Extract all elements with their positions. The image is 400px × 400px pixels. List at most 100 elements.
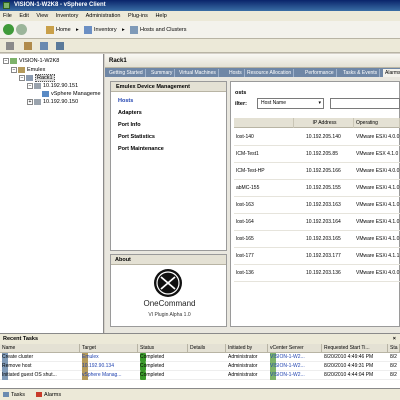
task-target-link[interactable]: 10.192.90.134 <box>82 362 114 371</box>
host-os-cell: VMware ESXi 4.1.0 <box>356 236 400 242</box>
tasks-button[interactable]: Tasks <box>3 389 25 400</box>
tree-node-vm[interactable]: vSphere Manageme <box>42 90 101 98</box>
nav-port-info-link[interactable]: Port Info <box>118 122 141 128</box>
task-initiator-cell: Administrator <box>228 363 258 369</box>
column-header-start[interactable]: Sta <box>388 344 400 353</box>
filter-field-select[interactable]: Host Name ▾ <box>257 98 324 109</box>
chevron-down-icon: ▾ <box>318 100 321 106</box>
collapse-icon[interactable]: − <box>19 74 25 81</box>
breadcrumb-hosts-clusters[interactable]: Hosts and Clusters <box>130 25 186 35</box>
nav-adapters-link[interactable]: Adapters <box>118 110 142 116</box>
tasks-icon <box>3 392 9 398</box>
column-header-ip[interactable]: IP Address <box>294 118 354 128</box>
host-name-cell: lost-163 <box>236 202 254 208</box>
tab-virtual-machines[interactable]: Virtual Machines <box>177 69 219 77</box>
task-target-link[interactable]: vSphere Manag... <box>82 371 121 380</box>
new-cluster-icon[interactable] <box>56 42 64 50</box>
emulex-device-management-panel: Emulex Device Management Hosts Adapters … <box>110 81 227 251</box>
recent-tasks-header: Recent Tasks × <box>0 333 400 344</box>
task-name-cell: Create cluster <box>2 354 34 360</box>
table-row[interactable]: lost-140 10.192.205.140 VMware ESXi 4.0.0 <box>234 129 400 146</box>
task-server-link[interactable]: VISION-1-W2... <box>270 371 305 380</box>
add-host-icon[interactable] <box>40 42 48 50</box>
panel-title-text: Rack1 <box>109 58 127 64</box>
menu-file[interactable]: File <box>3 13 12 19</box>
inventory-icon <box>84 26 92 34</box>
expand-icon[interactable]: + <box>27 98 33 105</box>
table-row[interactable]: Remove host 10.192.90.134 Completed Adminis… <box>0 362 400 371</box>
tab-resource-allocation[interactable]: Resource Allocation <box>245 69 295 77</box>
table-row[interactable]: abMC-155 10.192.205.155 VMware ESXi 4.1.0 <box>234 180 400 197</box>
task-server-link[interactable]: VISION-1-W2... <box>270 362 305 371</box>
table-row[interactable]: lost-164 10.192.203.164 VMware ESXi 4.1.0 <box>234 214 400 231</box>
task-server-link[interactable]: VISION-1-W2... <box>270 353 305 362</box>
column-header-initiated-by[interactable]: Initiated by <box>226 344 268 353</box>
filter-input[interactable] <box>330 98 400 109</box>
menu-plugins[interactable]: Plug-ins <box>128 13 148 19</box>
collapse-icon[interactable]: − <box>27 82 33 89</box>
datacenter-icon <box>18 66 25 73</box>
host-ip-cell: 10.192.205.155 <box>306 185 341 191</box>
table-row[interactable]: lost-136 10.192.203.136 VMware ESXi 4.0.0 <box>234 265 400 282</box>
new-datacenter-icon[interactable] <box>24 42 32 50</box>
back-button[interactable] <box>3 24 14 35</box>
filter-select-value: Host Name <box>261 100 287 106</box>
tab-alarms[interactable]: Alarms <box>383 69 400 77</box>
forward-button[interactable] <box>16 24 27 35</box>
table-row[interactable]: ICM-Test-HP 10.192.205.166 VMware ESXi 4.0… <box>234 163 400 180</box>
host-name-cell: abMC-155 <box>236 185 260 191</box>
breadcrumb-home[interactable]: Home <box>46 25 71 35</box>
column-header-name[interactable] <box>234 118 294 128</box>
collapse-icon[interactable]: − <box>3 57 9 64</box>
column-header-target[interactable]: Target <box>80 344 138 353</box>
table-row[interactable]: ICM-Test1 10.192.205.85 VMware ESX 4.1.0 <box>234 146 400 163</box>
column-header-task-name[interactable]: Name <box>0 344 80 353</box>
table-row[interactable]: Initiated guest OS shut... vSphere Manag.… <box>0 371 400 380</box>
cluster-icon <box>26 74 33 81</box>
column-header-details[interactable]: Details <box>188 344 226 353</box>
tab-performance[interactable]: Performance <box>303 69 337 77</box>
new-vm-icon[interactable] <box>6 42 14 50</box>
tab-getting-started[interactable]: Getting Started <box>107 69 146 77</box>
tab-summary[interactable]: Summary <box>149 69 176 77</box>
breadcrumb-inventory[interactable]: Inventory <box>84 25 117 35</box>
tab-tasks-events[interactable]: Tasks & Events <box>341 69 381 77</box>
tree-node-host[interactable]: − 10.192.90.151 <box>27 82 78 90</box>
collapse-icon[interactable]: − <box>11 66 17 73</box>
alarms-button[interactable]: Alarms <box>36 389 61 400</box>
column-header-requested-start[interactable]: Requested Start Ti... <box>322 344 388 353</box>
menu-help[interactable]: Help <box>155 13 166 19</box>
menu-edit[interactable]: Edit <box>19 13 28 19</box>
table-row[interactable]: lost-163 10.192.203.163 VMware ESXi 4.1.0 <box>234 197 400 214</box>
nav-hosts-link[interactable]: Hosts <box>118 98 133 104</box>
toolbar <box>0 39 400 53</box>
host-ip-cell: 10.192.205.85 <box>306 151 338 157</box>
table-row[interactable]: Create cluster Emulex Completed Administrat… <box>0 353 400 362</box>
inventory-tree: − VISION-1-W2K8 − Emulex − Rack1 −10.192.90… <box>0 54 104 333</box>
host-ip-cell: 10.192.203.177 <box>306 253 341 259</box>
tab-hosts[interactable]: Hosts <box>227 69 245 77</box>
tree-node-host[interactable]: +10.192.90.150 <box>27 98 78 106</box>
column-header-os[interactable]: Operating <box>354 118 400 128</box>
table-row[interactable]: lost-165 10.192.203.165 VMware ESXi 4.1.0 <box>234 231 400 248</box>
tree-node-vcenter[interactable]: − VISION-1-W2K8 <box>3 57 59 65</box>
alarms-label: Alarms <box>44 392 62 398</box>
nav-port-maintenance-link[interactable]: Port Maintenance <box>118 146 164 152</box>
breadcrumb-separator-icon: ▸ <box>76 27 79 33</box>
task-requested-time-cell: 8/20/2010 4:49:31 PM <box>324 363 374 369</box>
menu-inventory[interactable]: Inventory <box>56 13 79 19</box>
task-target-link[interactable]: Emulex <box>82 353 99 362</box>
table-row[interactable]: lost-177 10.192.203.177 VMware ESXi 4.1.1 <box>234 248 400 265</box>
status-bar: Tasks Alarms <box>0 388 400 400</box>
host-os-cell: VMware ESXi 4.1.1 <box>356 253 400 259</box>
host-ip-cell: 10.192.203.163 <box>306 202 341 208</box>
tree-node-datacenter[interactable]: − Emulex <box>11 66 45 74</box>
menu-view[interactable]: View <box>36 13 48 19</box>
host-os-cell: VMware ESXi 4.1.0 <box>356 185 400 191</box>
nav-port-statistics-link[interactable]: Port Statistics <box>118 134 155 140</box>
column-header-status[interactable]: Status <box>138 344 188 353</box>
tree-node-cluster[interactable]: − Rack1 <box>19 74 55 82</box>
menu-administration[interactable]: Administration <box>86 13 121 19</box>
task-name-cell: Remove host <box>2 363 32 369</box>
column-header-vcenter-server[interactable]: vCenter Server <box>268 344 322 353</box>
